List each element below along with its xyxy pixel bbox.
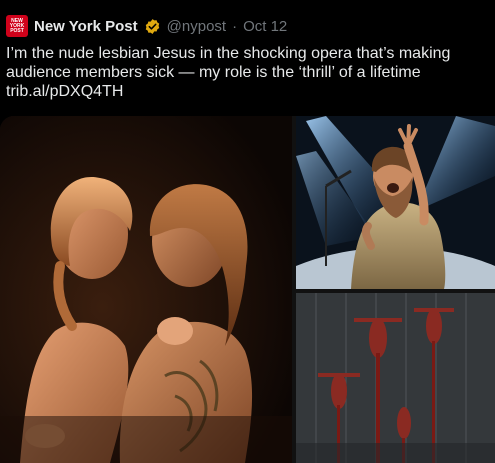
media-photo-main[interactable] — [0, 116, 292, 463]
media-photo-bottom-right[interactable] — [296, 293, 495, 463]
verified-badge-icon — [145, 18, 159, 34]
separator-dot: · — [232, 17, 238, 35]
tweet-text-line: audience members sick — my role is the ‘… — [6, 64, 421, 81]
tweet-text-line: I’m the nude lesbian Jesus in the shocki… — [6, 45, 451, 62]
tweet-header: NEW YORK POST New York Post @nypost · Oc… — [6, 14, 487, 38]
photo-embrace — [0, 116, 292, 463]
media-grid — [0, 116, 495, 463]
tweet-date[interactable]: Oct 12 — [243, 18, 287, 35]
media-photo-top-right[interactable] — [296, 116, 495, 289]
photo-stage-jesus — [296, 116, 495, 289]
tweet-text: I’m the nude lesbian Jesus in the shocki… — [6, 44, 487, 101]
avatar-logo-text: NEW YORK POST — [9, 17, 25, 34]
handle[interactable]: @nypost — [167, 18, 226, 35]
avatar[interactable]: NEW YORK POST — [6, 15, 28, 37]
tweet-link[interactable]: trib.al/pDXQ4TH — [6, 82, 487, 101]
photo-crucifixion-stage — [296, 293, 495, 463]
display-name[interactable]: New York Post — [34, 18, 138, 35]
